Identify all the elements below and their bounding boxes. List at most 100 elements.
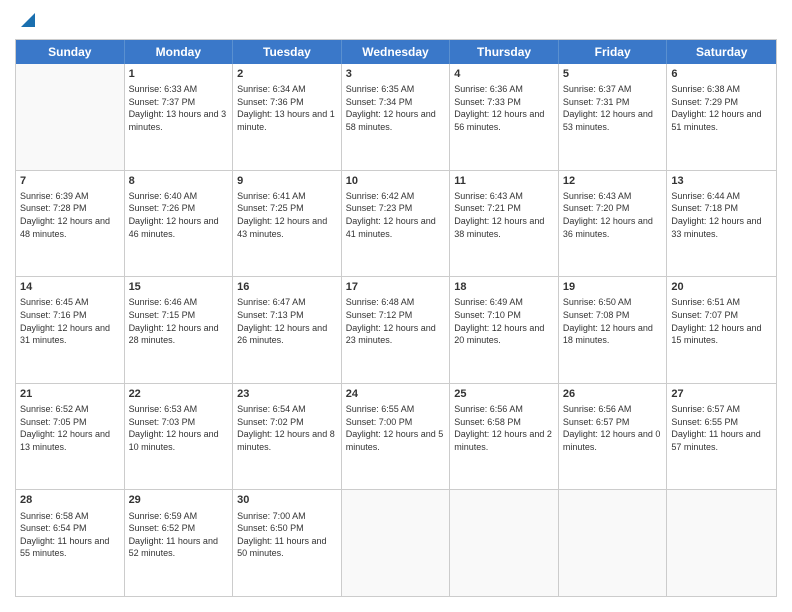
calendar-cell: 24Sunrise: 6:55 AMSunset: 7:00 PMDayligh… [342, 384, 451, 490]
calendar-cell [342, 490, 451, 596]
day-number: 12 [563, 174, 663, 188]
cell-details: Sunrise: 6:56 AMSunset: 6:57 PMDaylight:… [563, 403, 663, 453]
cell-details: Sunrise: 6:59 AMSunset: 6:52 PMDaylight:… [129, 510, 229, 560]
day-number: 20 [671, 280, 772, 294]
day-number: 2 [237, 67, 337, 81]
day-number: 21 [20, 387, 120, 401]
day-number: 25 [454, 387, 554, 401]
page: SundayMondayTuesdayWednesdayThursdayFrid… [0, 0, 792, 612]
cell-details: Sunrise: 6:40 AMSunset: 7:26 PMDaylight:… [129, 190, 229, 240]
day-number: 19 [563, 280, 663, 294]
cell-details: Sunrise: 6:39 AMSunset: 7:28 PMDaylight:… [20, 190, 120, 240]
calendar-cell: 27 Sunrise: 6:57 AMSunset: 6:55 PMDayligh… [667, 384, 776, 490]
cell-details: Sunrise: 6:47 AMSunset: 7:13 PMDaylight:… [237, 296, 337, 346]
day-header-monday: Monday [125, 40, 234, 64]
day-number: 8 [129, 174, 229, 188]
calendar-cell: 26 Sunrise: 6:56 AMSunset: 6:57 PMDayligh… [559, 384, 668, 490]
calendar-cell [450, 490, 559, 596]
cell-details: Sunrise: 6:38 AMSunset: 7:29 PMDaylight:… [671, 83, 772, 133]
cell-details: Sunrise: 6:53 AMSunset: 7:03 PMDaylight:… [129, 403, 229, 453]
day-header-wednesday: Wednesday [342, 40, 451, 64]
cell-details: Sunrise: 6:35 AMSunset: 7:34 PMDaylight:… [346, 83, 446, 133]
cell-details: Sunrise: 6:37 AMSunset: 7:31 PMDaylight:… [563, 83, 663, 133]
day-number: 6 [671, 67, 772, 81]
day-number: 10 [346, 174, 446, 188]
calendar-row-4: 28 Sunrise: 6:58 AMSunset: 6:54 PMDayligh… [16, 490, 776, 596]
day-number: 29 [129, 493, 229, 507]
day-header-sunday: Sunday [16, 40, 125, 64]
day-header-thursday: Thursday [450, 40, 559, 64]
calendar-cell: 2 Sunrise: 6:34 AMSunset: 7:36 PMDaylight… [233, 64, 342, 170]
day-number: 3 [346, 67, 446, 81]
cell-details: Sunrise: 6:52 AMSunset: 7:05 PMDaylight:… [20, 403, 120, 453]
calendar-row-2: 14 Sunrise: 6:45 AMSunset: 7:16 PMDayligh… [16, 277, 776, 384]
calendar-cell [16, 64, 125, 170]
cell-details: Sunrise: 6:43 AMSunset: 7:21 PMDaylight:… [454, 190, 554, 240]
calendar-cell: 16 Sunrise: 6:47 AMSunset: 7:13 PMDayligh… [233, 277, 342, 383]
day-number: 9 [237, 174, 337, 188]
calendar-cell [667, 490, 776, 596]
calendar-cell: 12Sunrise: 6:43 AMSunset: 7:20 PMDayligh… [559, 171, 668, 277]
day-header-friday: Friday [559, 40, 668, 64]
calendar-cell: 23Sunrise: 6:54 AMSunset: 7:02 PMDayligh… [233, 384, 342, 490]
calendar-cell: 5Sunrise: 6:37 AMSunset: 7:31 PMDaylight… [559, 64, 668, 170]
calendar-cell: 28 Sunrise: 6:58 AMSunset: 6:54 PMDayligh… [16, 490, 125, 596]
day-number: 28 [20, 493, 120, 507]
day-number: 22 [129, 387, 229, 401]
calendar-cell: 30 Sunrise: 7:00 AMSunset: 6:50 PMDayligh… [233, 490, 342, 596]
day-number: 30 [237, 493, 337, 507]
calendar-cell: 29 Sunrise: 6:59 AMSunset: 6:52 PMDayligh… [125, 490, 234, 596]
cell-details: Sunrise: 6:34 AMSunset: 7:36 PMDaylight:… [237, 83, 337, 133]
day-number: 7 [20, 174, 120, 188]
calendar-cell: 3 Sunrise: 6:35 AMSunset: 7:34 PMDaylight… [342, 64, 451, 170]
calendar-row-1: 7 Sunrise: 6:39 AMSunset: 7:28 PMDaylight… [16, 171, 776, 278]
cell-details: Sunrise: 6:55 AMSunset: 7:00 PMDaylight:… [346, 403, 446, 453]
calendar-row-0: 1 Sunrise: 6:33 AMSunset: 7:37 PMDaylight… [16, 64, 776, 171]
day-number: 14 [20, 280, 120, 294]
calendar-body: 1 Sunrise: 6:33 AMSunset: 7:37 PMDaylight… [16, 64, 776, 596]
day-number: 4 [454, 67, 554, 81]
day-number: 27 [671, 387, 772, 401]
cell-details: Sunrise: 6:56 AMSunset: 6:58 PMDaylight:… [454, 403, 554, 453]
calendar-cell: 1 Sunrise: 6:33 AMSunset: 7:37 PMDaylight… [125, 64, 234, 170]
cell-details: Sunrise: 6:57 AMSunset: 6:55 PMDaylight:… [671, 403, 772, 453]
cell-details: Sunrise: 6:58 AMSunset: 6:54 PMDaylight:… [20, 510, 120, 560]
calendar-row-3: 21 Sunrise: 6:52 AMSunset: 7:05 PMDayligh… [16, 384, 776, 491]
calendar-cell: 19Sunrise: 6:50 AMSunset: 7:08 PMDayligh… [559, 277, 668, 383]
cell-details: Sunrise: 6:51 AMSunset: 7:07 PMDaylight:… [671, 296, 772, 346]
calendar-cell [559, 490, 668, 596]
day-number: 1 [129, 67, 229, 81]
logo-icon [17, 7, 39, 29]
header [15, 15, 777, 29]
cell-details: Sunrise: 6:48 AMSunset: 7:12 PMDaylight:… [346, 296, 446, 346]
cell-details: Sunrise: 7:00 AMSunset: 6:50 PMDaylight:… [237, 510, 337, 560]
cell-details: Sunrise: 6:42 AMSunset: 7:23 PMDaylight:… [346, 190, 446, 240]
cell-details: Sunrise: 6:45 AMSunset: 7:16 PMDaylight:… [20, 296, 120, 346]
logo [15, 15, 39, 29]
calendar-header: SundayMondayTuesdayWednesdayThursdayFrid… [16, 40, 776, 64]
calendar-cell: 14 Sunrise: 6:45 AMSunset: 7:16 PMDayligh… [16, 277, 125, 383]
calendar-cell: 21 Sunrise: 6:52 AMSunset: 7:05 PMDayligh… [16, 384, 125, 490]
cell-details: Sunrise: 6:41 AMSunset: 7:25 PMDaylight:… [237, 190, 337, 240]
cell-details: Sunrise: 6:33 AMSunset: 7:37 PMDaylight:… [129, 83, 229, 133]
day-header-saturday: Saturday [667, 40, 776, 64]
calendar-cell: 18Sunrise: 6:49 AMSunset: 7:10 PMDayligh… [450, 277, 559, 383]
calendar-cell: 9 Sunrise: 6:41 AMSunset: 7:25 PMDaylight… [233, 171, 342, 277]
cell-details: Sunrise: 6:44 AMSunset: 7:18 PMDaylight:… [671, 190, 772, 240]
calendar-cell: 13 Sunrise: 6:44 AMSunset: 7:18 PMDayligh… [667, 171, 776, 277]
calendar-cell: 11 Sunrise: 6:43 AMSunset: 7:21 PMDayligh… [450, 171, 559, 277]
day-number: 26 [563, 387, 663, 401]
calendar-cell: 10 Sunrise: 6:42 AMSunset: 7:23 PMDayligh… [342, 171, 451, 277]
day-number: 16 [237, 280, 337, 294]
day-number: 18 [454, 280, 554, 294]
calendar-cell: 25 Sunrise: 6:56 AMSunset: 6:58 PMDayligh… [450, 384, 559, 490]
calendar-cell: 20 Sunrise: 6:51 AMSunset: 7:07 PMDayligh… [667, 277, 776, 383]
calendar-cell: 8 Sunrise: 6:40 AMSunset: 7:26 PMDaylight… [125, 171, 234, 277]
day-header-tuesday: Tuesday [233, 40, 342, 64]
calendar-cell: 17Sunrise: 6:48 AMSunset: 7:12 PMDayligh… [342, 277, 451, 383]
cell-details: Sunrise: 6:46 AMSunset: 7:15 PMDaylight:… [129, 296, 229, 346]
day-number: 11 [454, 174, 554, 188]
day-number: 13 [671, 174, 772, 188]
calendar-cell: 4Sunrise: 6:36 AMSunset: 7:33 PMDaylight… [450, 64, 559, 170]
calendar-cell: 6 Sunrise: 6:38 AMSunset: 7:29 PMDaylight… [667, 64, 776, 170]
